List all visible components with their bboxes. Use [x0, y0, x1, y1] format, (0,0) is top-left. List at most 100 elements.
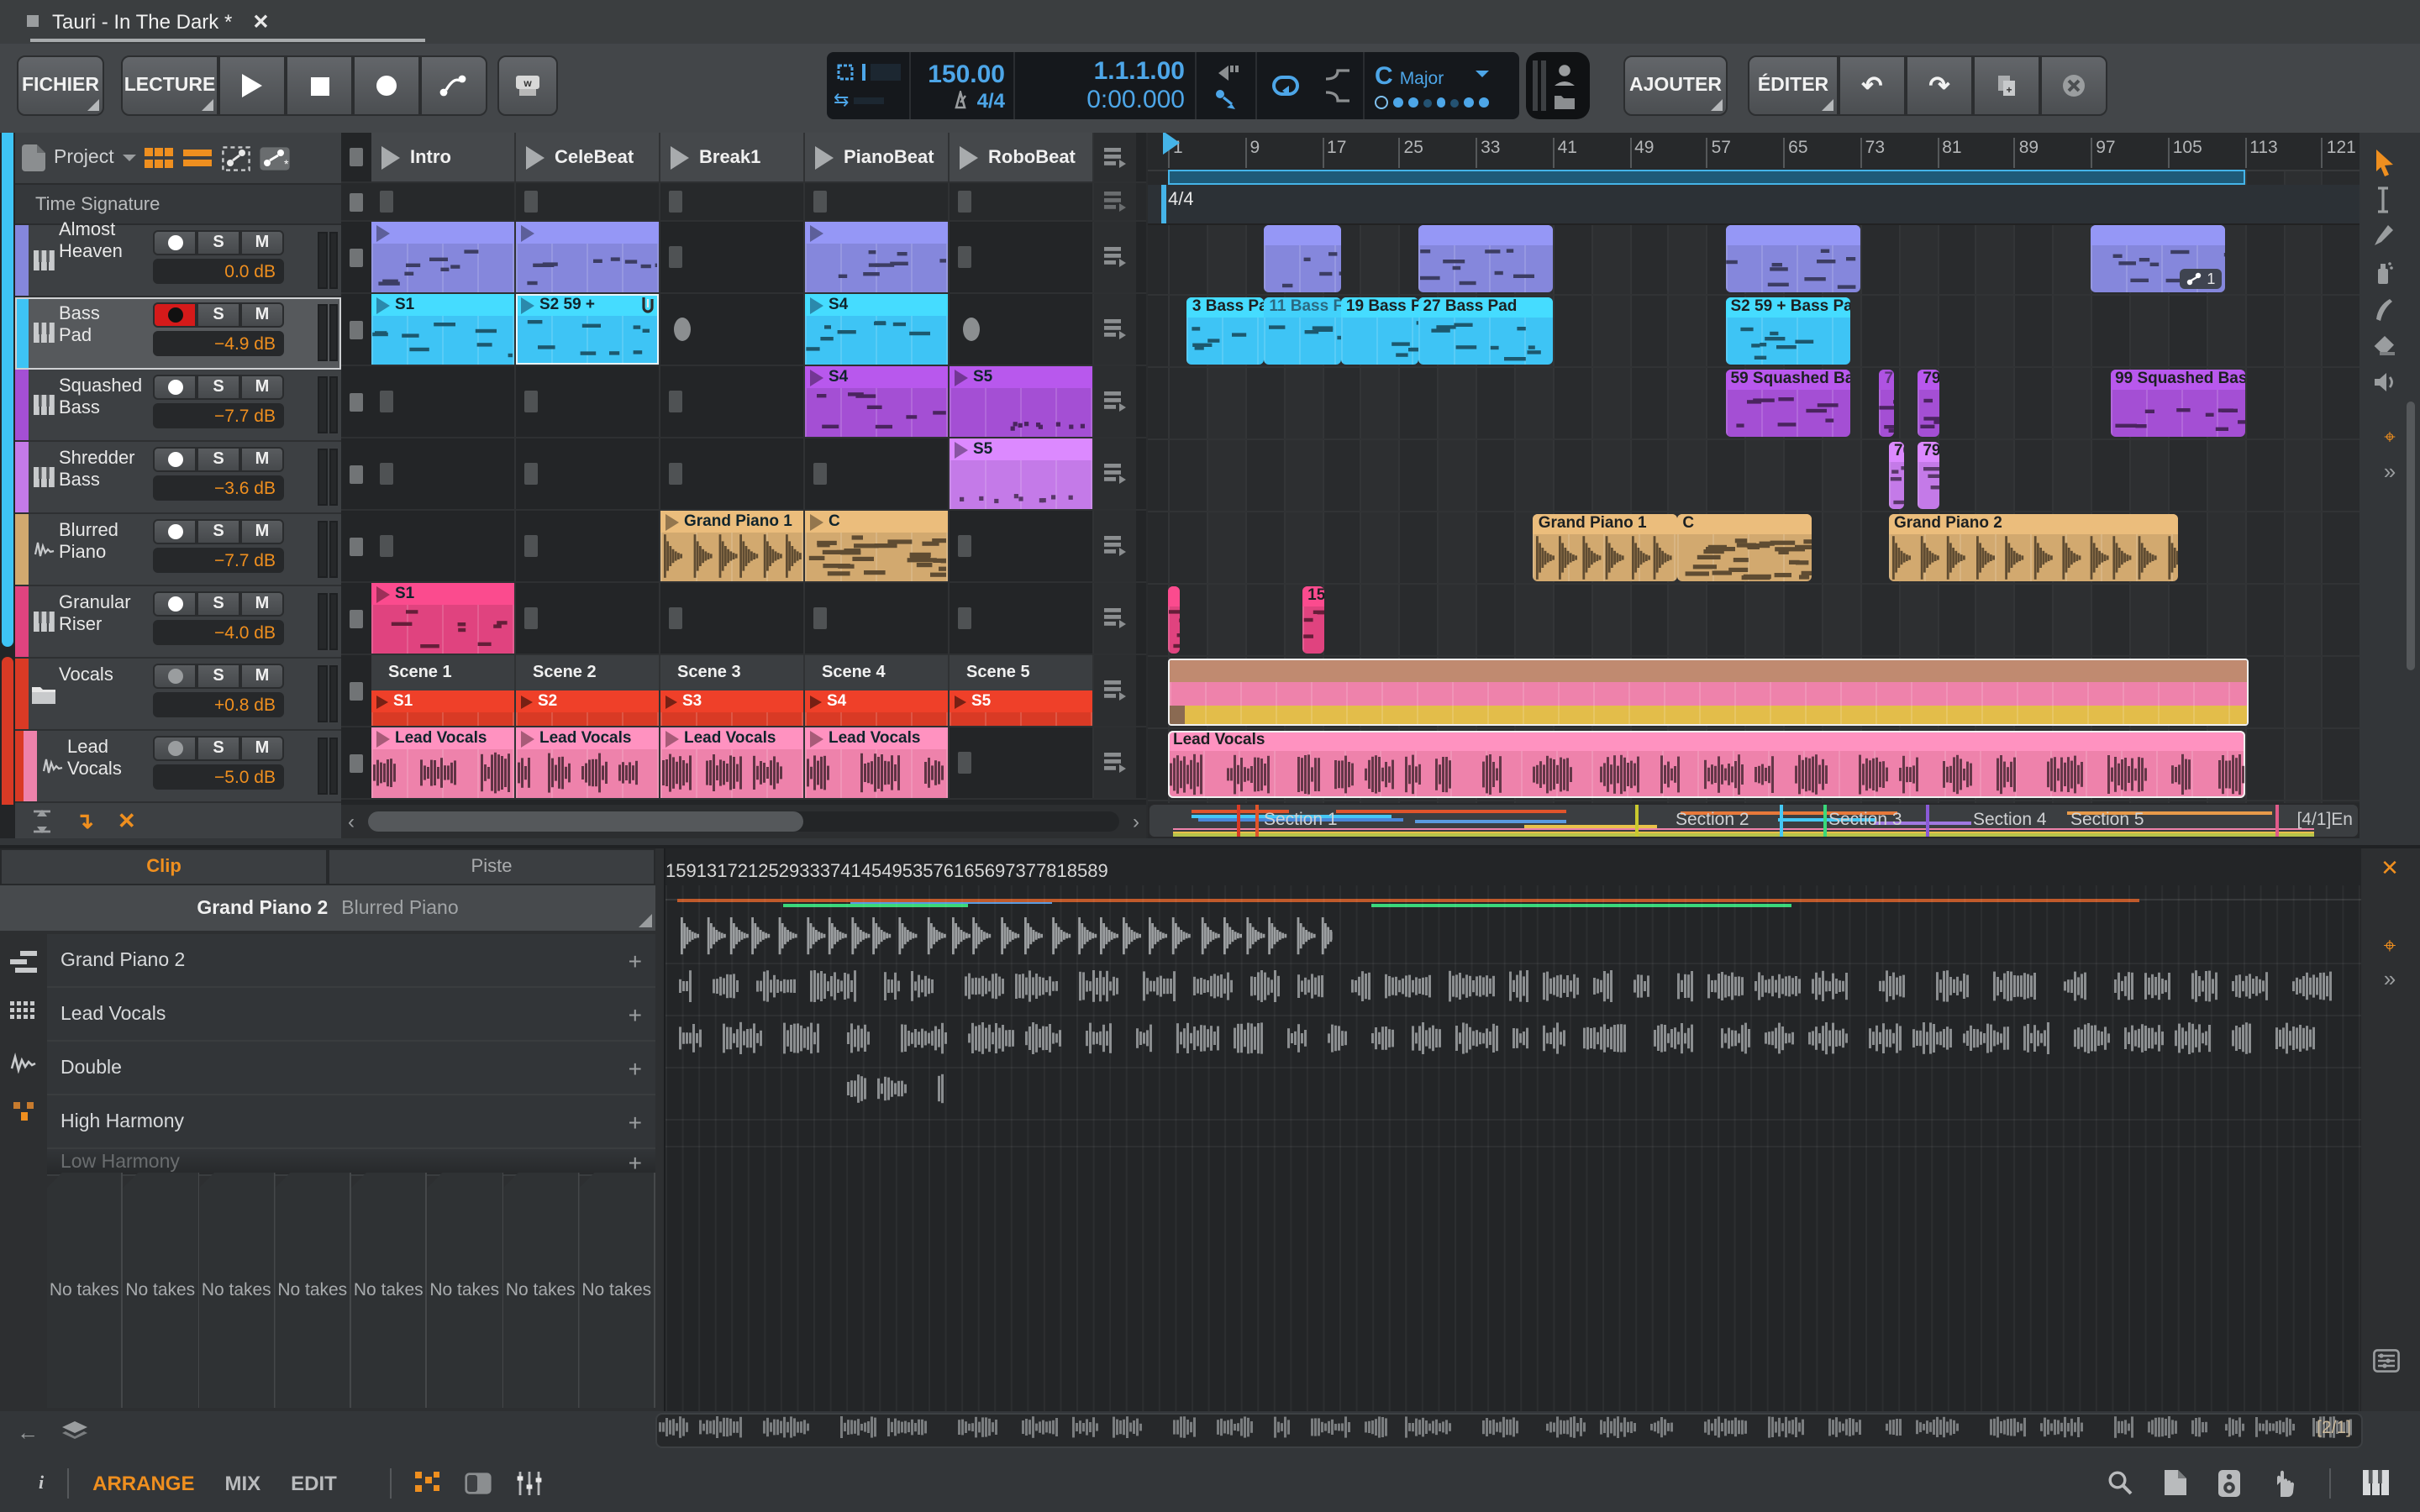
mute-button[interactable]: M [240, 591, 284, 617]
empty-slot[interactable] [371, 183, 516, 220]
position-cell[interactable]: 1.1.1.00 0:00.000 [1015, 52, 1197, 119]
take-column[interactable]: No takes [47, 1173, 124, 1408]
empty-slot[interactable] [805, 438, 950, 509]
row-menu[interactable] [1094, 366, 1136, 437]
clip-play-icon[interactable] [521, 730, 534, 747]
track-stop-button[interactable] [341, 366, 371, 437]
arranger-lane-squashed-bass[interactable]: 59 Squashed Bass 75 79 99 Squashed Bass [1148, 368, 2360, 440]
audition-tool-icon[interactable] [2373, 371, 2407, 398]
mute-button[interactable]: M [240, 302, 284, 328]
arranger-clip[interactable]: 75 [1880, 370, 1895, 437]
spray-tool-icon[interactable] [2373, 260, 2407, 287]
panel-toggle-icon[interactable] [465, 1471, 493, 1494]
editor-chevrons-icon[interactable]: » [2373, 966, 2407, 993]
launcher-clip[interactable]: S5 [950, 366, 1092, 437]
tempo-value[interactable]: 150.00 [919, 60, 1005, 88]
mute-button[interactable]: M [240, 230, 284, 255]
arranger-ruler[interactable]: 191725334149576573818997105113121 [1148, 133, 2360, 171]
launcher-clip[interactable]: S1 [371, 583, 514, 654]
playhead-icon[interactable] [1163, 133, 1180, 155]
waveform-editor[interactable]: 1591317212529333741454953576165697377818… [664, 848, 2361, 1411]
take-column[interactable]: No takes [428, 1173, 504, 1408]
scene-5[interactable]: RoboBeat [950, 133, 1094, 181]
master-meter-panel[interactable] [1526, 52, 1590, 119]
view-arrange[interactable]: ARRANGE [92, 1471, 194, 1494]
group-clip[interactable]: S4 [805, 690, 948, 726]
clip-overview-strip[interactable]: [2/1] [655, 1413, 2363, 1448]
solo-button[interactable]: S [197, 302, 240, 328]
empty-slot[interactable] [516, 583, 660, 654]
arranger-lane-vocals[interactable] [1148, 657, 2360, 729]
arranger-clip[interactable]: 11 Bass F [1264, 297, 1341, 365]
record-arm-button[interactable] [153, 447, 197, 472]
search-icon[interactable] [2107, 1470, 2133, 1495]
arranger-lane-granular-riser[interactable]: 15 [1148, 585, 2360, 657]
project-tab[interactable]: Tauri - In The Dark * ✕ [17, 0, 286, 42]
follow-arrow-icon[interactable]: ↴ [76, 808, 94, 835]
arranger-clip[interactable] [1418, 225, 1552, 292]
launcher-clip[interactable] [516, 222, 659, 292]
track-stop-button[interactable] [341, 583, 371, 654]
add-lane-icon[interactable]: + [629, 1000, 642, 1027]
speaker-monitor-icon[interactable] [2218, 1469, 2240, 1496]
arranger-clip[interactable]: Grand Piano 2 [1889, 514, 2177, 581]
editor-row[interactable] [666, 1119, 2361, 1147]
launcher-clip[interactable]: S4 [805, 366, 948, 437]
snap-toggle-icon[interactable]: ⌖ [2373, 425, 2407, 452]
record-arm-button[interactable] [153, 230, 197, 255]
empty-slot[interactable] [950, 511, 1094, 581]
arranger-lane-shredder-bass[interactable]: 76 79 [1148, 440, 2360, 512]
editor-row[interactable] [666, 1067, 2361, 1121]
comp-lane-grand-piano-2[interactable]: Grand Piano 2+ [47, 934, 655, 988]
scene-2[interactable]: CeleBeat [516, 133, 660, 181]
group-clip[interactable]: S2 [516, 690, 659, 726]
track-header-almost-heaven[interactable]: AlmostHeaven S M 0.0 dB [15, 225, 341, 297]
launcher-clip[interactable]: Grand Piano 1 [660, 511, 803, 581]
empty-slot[interactable] [805, 583, 950, 654]
clip-play-icon[interactable] [810, 369, 823, 386]
project-selector[interactable]: Project [54, 148, 114, 168]
group-scene-slot[interactable]: Scene 4 [805, 655, 948, 690]
clip-play-icon[interactable] [376, 585, 390, 602]
section-marker[interactable]: Section 2 [1676, 810, 1749, 830]
solo-button[interactable]: S [197, 736, 240, 761]
track-header-granular-riser[interactable]: GranularRiser S M −4.0 dB [15, 586, 341, 659]
group-clip[interactable]: S1 [371, 690, 514, 726]
eraser-tool-icon[interactable] [2373, 334, 2407, 361]
clip-play-icon[interactable] [521, 297, 534, 313]
arrangement-overview[interactable]: Section 1Section 2Section 3Section 4Sect… [1148, 803, 2360, 838]
arranger-view-icon[interactable] [183, 148, 213, 168]
empty-slot[interactable] [805, 183, 950, 220]
track-volume[interactable]: −4.9 dB [153, 331, 284, 356]
stop-all-column[interactable] [341, 133, 371, 181]
key-dropdown-icon[interactable] [1476, 71, 1489, 84]
pointer-tool-icon[interactable] [2373, 150, 2407, 176]
editor-row[interactable] [666, 911, 2361, 964]
editor-list-icon[interactable] [2373, 1349, 2407, 1376]
track-stop-button[interactable] [341, 294, 371, 365]
stop-slot[interactable] [950, 294, 1094, 365]
add-lane-icon[interactable]: + [629, 947, 642, 974]
stack-icon[interactable] [62, 1421, 87, 1443]
clip-play-icon[interactable] [376, 730, 390, 747]
empty-slot[interactable] [660, 366, 805, 437]
record-arm-button[interactable] [153, 591, 197, 617]
pen-tool-icon[interactable] [2373, 223, 2407, 250]
scene-play-icon[interactable] [526, 145, 544, 169]
loop-region[interactable] [1168, 170, 2244, 185]
mute-button[interactable]: M [240, 447, 284, 472]
knife-tool-icon[interactable] [2373, 297, 2407, 324]
clip-play-icon[interactable] [955, 441, 968, 458]
arranger-clip[interactable]: 99 Squashed Bass [2110, 370, 2244, 437]
track-volume[interactable]: −3.6 dB [153, 475, 284, 501]
group-scene-slot[interactable]: Scene 1 [371, 655, 514, 690]
scene-3[interactable]: Break1 [660, 133, 805, 181]
mute-button[interactable]: M [240, 519, 284, 544]
editor-row[interactable] [666, 963, 2361, 1016]
fichier-button[interactable]: FICHIER [17, 55, 104, 116]
empty-slot[interactable] [516, 183, 660, 220]
key-cell[interactable]: C Major [1365, 52, 1499, 119]
clip-play-icon[interactable] [376, 297, 390, 313]
empty-slot[interactable] [660, 583, 805, 654]
empty-slot[interactable] [660, 222, 805, 292]
